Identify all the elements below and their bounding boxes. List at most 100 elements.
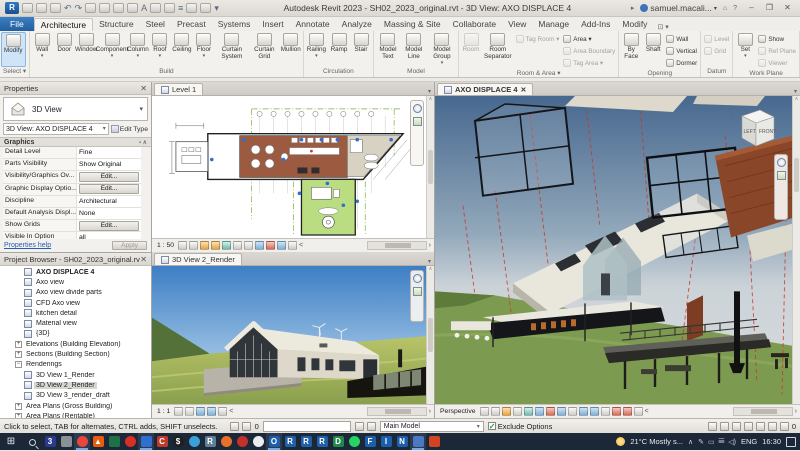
tree-expander-icon[interactable]: + [15, 402, 22, 410]
plan-view-tab[interactable]: Level 1 [154, 83, 204, 95]
shadows-icon[interactable] [512, 407, 522, 416]
ribbon-button-modify[interactable]: Modify [1, 32, 26, 67]
ribbon-button-show[interactable]: Show [756, 33, 798, 45]
project-browser-close-icon[interactable]: ✕ [140, 255, 147, 264]
taskbar-app-sphere[interactable] [186, 433, 202, 450]
print-icon[interactable] [85, 3, 97, 13]
volume-icon[interactable]: ◁) [728, 438, 736, 446]
minimize-button[interactable]: – [743, 2, 760, 15]
taskbar-search-icon[interactable] [22, 433, 42, 451]
worksets-field[interactable] [262, 420, 351, 432]
sun-path-icon[interactable] [501, 407, 511, 416]
measure-icon[interactable] [99, 3, 111, 13]
more-tools-icon[interactable]: < [299, 242, 303, 249]
crop-view-icon[interactable] [233, 241, 243, 250]
worksharing-display-icon[interactable] [354, 421, 364, 431]
property-value-default-analysis-displ[interactable]: None [77, 208, 141, 219]
more-tools-icon[interactable]: < [645, 408, 649, 415]
open-icon[interactable] [22, 3, 33, 13]
more-tools-icon[interactable]: < [229, 408, 233, 415]
type-selector[interactable]: 3D View ▾ [3, 97, 148, 121]
visual-style-icon[interactable] [490, 407, 500, 416]
taskbar-app-chrome[interactable] [74, 433, 90, 450]
scale-button[interactable]: 1 : 1 [155, 408, 172, 415]
filter-icon[interactable] [779, 421, 789, 431]
ribbon-button-curtain-system[interactable]: Curtain System [215, 32, 249, 67]
default-3d-view-icon[interactable] [150, 3, 162, 13]
render-view-tab[interactable]: 3D View 2_Render [154, 253, 242, 265]
browser-item-renderings[interactable]: − Renderings [0, 360, 151, 370]
display-icon[interactable]: ▭ [708, 438, 715, 446]
tag-by-category-icon[interactable] [127, 3, 139, 13]
property-value-parts-visibility[interactable]: Show Original [77, 159, 141, 170]
taskbar-app-white-circle[interactable] [250, 433, 266, 450]
weather-icon[interactable] [616, 437, 626, 446]
taskbar-app-excel[interactable] [106, 433, 122, 450]
apply-button[interactable]: Apply [111, 241, 147, 250]
taskbar-app-revit-2[interactable]: R [298, 433, 314, 450]
properties-help-link[interactable]: Properties help [4, 242, 51, 249]
plan-view-canvas[interactable]: ∧ [152, 95, 434, 238]
sync-with-central-icon[interactable] [50, 3, 61, 13]
ribbon-button-by-face[interactable]: By Face [620, 32, 642, 69]
ribbon-button-column[interactable]: Column ▾ [127, 32, 149, 67]
browser-item-area-plans-gross-building[interactable]: + Area Plans (Gross Building) [0, 401, 151, 411]
ribbon-button-ceiling[interactable]: Ceiling [171, 32, 193, 67]
viewcube[interactable]: LEFT FRONT ⌂ [726, 106, 782, 156]
ribbon-tab-systems[interactable]: Systems [212, 18, 257, 31]
browser-item-axo-view-divide-parts[interactable]: Axo view divide parts [0, 288, 151, 298]
notification-center-icon[interactable] [786, 436, 796, 447]
close-view-icon[interactable]: ✕ [521, 86, 527, 94]
window-menu-icon[interactable]: ▾ [428, 88, 434, 95]
tree-expander-icon[interactable]: − [15, 361, 22, 369]
render-gallery-icon[interactable] [567, 407, 577, 416]
ribbon-button-window[interactable]: Window [75, 32, 97, 67]
text-icon[interactable]: A [141, 3, 147, 13]
ribbon-button-stair[interactable]: Stair [350, 32, 372, 67]
ribbon-tab-massing-site[interactable]: Massing & Site [378, 18, 447, 31]
taskbar-app-c-red[interactable]: C [154, 433, 170, 450]
displace-elements-icon[interactable] [288, 241, 298, 250]
thin-lines-icon[interactable]: ≡ [178, 3, 183, 13]
properties-close-icon[interactable]: ✕ [140, 84, 147, 93]
browser-item-material-view[interactable]: Material view [0, 318, 151, 328]
render-hscrollbar[interactable] [366, 407, 427, 416]
plan-vscrollbar[interactable]: ∧ [426, 96, 434, 238]
axo-view-tab[interactable]: AXO DISPLACE 4 ✕ [437, 83, 534, 95]
taskbar-app-revit-3[interactable]: R [314, 433, 330, 450]
property-value-discipline[interactable]: Architectural [77, 196, 141, 207]
ribbon-tab-modify[interactable]: Modify [616, 18, 653, 31]
select-links-icon[interactable] [707, 421, 717, 431]
detail-level-icon[interactable] [178, 241, 188, 250]
axo-hscrollbar[interactable] [732, 407, 793, 416]
temporary-view-properties-icon[interactable] [600, 407, 610, 416]
restore-button[interactable]: ❐ [761, 2, 778, 15]
file-tab[interactable]: File [0, 17, 34, 31]
drag-on-selection-icon[interactable] [755, 421, 765, 431]
temporary-hide-icon[interactable] [196, 407, 206, 416]
crop-region-icon[interactable] [523, 407, 533, 416]
taskbar-app-red-circle[interactable] [234, 433, 250, 450]
taskbar-app-red-tile[interactable] [426, 433, 442, 450]
property-value-detail-level[interactable]: Fine [77, 147, 141, 158]
tray-expand-icon[interactable]: ∧ [688, 438, 693, 446]
select-pinned-icon[interactable] [731, 421, 741, 431]
steering-wheel-icon[interactable] [412, 274, 422, 283]
plan-hscrollbar[interactable] [366, 241, 427, 250]
ribbon-tab-analyze[interactable]: Analyze [336, 18, 378, 31]
ribbon-button-curtain-grid[interactable]: Curtain Grid [249, 32, 280, 67]
ribbon-tab-precast[interactable]: Precast [171, 18, 212, 31]
ribbon-button-door[interactable]: Door [53, 32, 75, 67]
render-vscrollbar[interactable]: ∧ [426, 266, 434, 404]
background-processes-icon[interactable] [767, 421, 777, 431]
viewcube-left-face[interactable]: LEFT [744, 129, 756, 135]
zoom-icon[interactable] [776, 171, 786, 180]
ribbon-tab-annotate[interactable]: Annotate [290, 18, 336, 31]
detail-level-icon[interactable] [174, 407, 184, 416]
ribbon-button-area[interactable]: Area ▾ [561, 33, 617, 45]
undo-icon[interactable]: ↶ [64, 3, 72, 13]
modify-panel-caret-icon[interactable]: ⊡ ▾ [657, 23, 668, 31]
exclude-options-checkbox[interactable]: ✓ Exclude Options [487, 422, 552, 431]
edit-type-button[interactable]: Edit Type [110, 125, 148, 133]
taskbar-app-revit-1[interactable]: R [282, 433, 298, 450]
